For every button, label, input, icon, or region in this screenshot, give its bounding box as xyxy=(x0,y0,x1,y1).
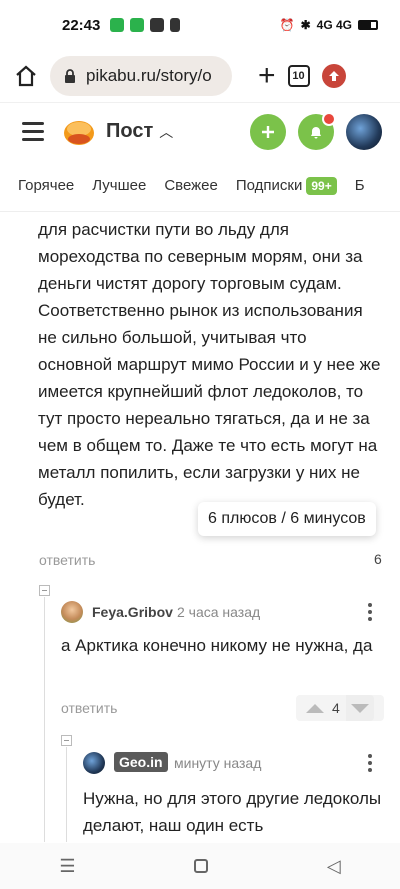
home-button[interactable] xyxy=(194,859,209,873)
game-notification-icon xyxy=(150,18,165,32)
reply-button[interactable]: ответить xyxy=(61,700,117,716)
url-text: pikabu.ru/story/o xyxy=(86,66,212,85)
chat-notification-icon xyxy=(130,18,145,32)
bell-icon xyxy=(311,126,321,138)
upvote-icon[interactable] xyxy=(300,695,330,721)
comment-rating: 6 xyxy=(374,551,382,567)
network-label: 4G 4G xyxy=(316,18,352,32)
comment-1: для расчистки пути во льду для мореходст… xyxy=(38,222,384,513)
downvote-icon[interactable] xyxy=(345,695,374,721)
page-title: Пост xyxy=(106,120,154,142)
site-info-icon[interactable] xyxy=(62,68,78,84)
app-notification-icon xyxy=(110,18,125,32)
collapse-thread-button[interactable] xyxy=(61,735,72,746)
home-icon[interactable] xyxy=(14,64,38,88)
notifications-button[interactable] xyxy=(298,111,336,150)
clock: 22:43 xyxy=(62,16,101,34)
back-button[interactable]: ◁ xyxy=(327,856,341,877)
comments-area: для расчистки пути во льду для мореходст… xyxy=(0,222,400,842)
chevron-up-icon[interactable]: ︿ xyxy=(159,122,173,142)
plus-icon xyxy=(262,125,274,138)
tab-more[interactable]: Б xyxy=(355,177,365,194)
app-notification-icon xyxy=(170,18,181,32)
site-header: Пост ︿ xyxy=(0,102,400,160)
comment-text: для расчистки пути во льду для мореходст… xyxy=(38,222,381,509)
comment-time: 2 часа назад xyxy=(177,604,261,620)
thread-line xyxy=(44,597,45,842)
more-options-icon[interactable] xyxy=(368,754,372,772)
tab-switcher-button[interactable]: 10 xyxy=(287,65,310,87)
address-bar[interactable]: pikabu.ru/story/o xyxy=(50,56,232,96)
comment-text: а Арктика конечно никому не нужна, да xyxy=(61,636,373,655)
pikabu-logo[interactable] xyxy=(62,117,96,147)
alarm-icon: ⏰ xyxy=(279,18,295,32)
feed-tabs: Горячее Лучшее Свежее Подписки 99+ Б xyxy=(0,160,400,212)
reply-button[interactable]: ответить xyxy=(39,552,95,568)
menu-icon[interactable] xyxy=(22,122,44,141)
comment-rating: 4 xyxy=(332,700,340,716)
browser-toolbar: pikabu.ru/story/o + 10 xyxy=(0,50,400,102)
tab-hot[interactable]: Горячее xyxy=(18,177,74,194)
user-avatar[interactable] xyxy=(346,113,382,150)
more-options-icon[interactable] xyxy=(368,603,372,621)
comment-time: минуту назад xyxy=(174,755,262,771)
status-bar: 22:43 ⏰ ✱ 4G 4G xyxy=(0,0,400,50)
thread-line xyxy=(66,747,67,842)
update-icon[interactable] xyxy=(321,64,346,88)
add-post-button[interactable] xyxy=(250,113,286,150)
rating-tooltip: 6 плюсов / 6 минусов xyxy=(198,502,376,536)
battery-icon xyxy=(358,20,378,30)
bluetooth-icon: ✱ xyxy=(300,18,311,32)
recent-apps-button[interactable]: ☰ xyxy=(59,856,75,877)
username[interactable]: Feya.Gribov xyxy=(92,604,173,620)
subscriptions-badge: 99+ xyxy=(306,177,337,195)
avatar[interactable] xyxy=(83,752,105,774)
collapse-thread-button[interactable] xyxy=(39,585,50,596)
new-tab-icon[interactable]: + xyxy=(258,59,276,93)
system-nav-bar: ☰ ◁ xyxy=(0,843,400,889)
username[interactable]: Geo.in xyxy=(114,752,168,772)
vote-widget: 4 xyxy=(296,695,384,721)
tab-subscriptions[interactable]: Подписки 99+ xyxy=(236,177,337,195)
comment-text: Нужна, но для этого другие ледоколы дела… xyxy=(83,789,382,835)
tab-fresh[interactable]: Свежее xyxy=(164,177,218,194)
notification-dot xyxy=(322,111,336,126)
avatar[interactable] xyxy=(61,601,83,623)
tab-best[interactable]: Лучшее xyxy=(92,177,146,194)
